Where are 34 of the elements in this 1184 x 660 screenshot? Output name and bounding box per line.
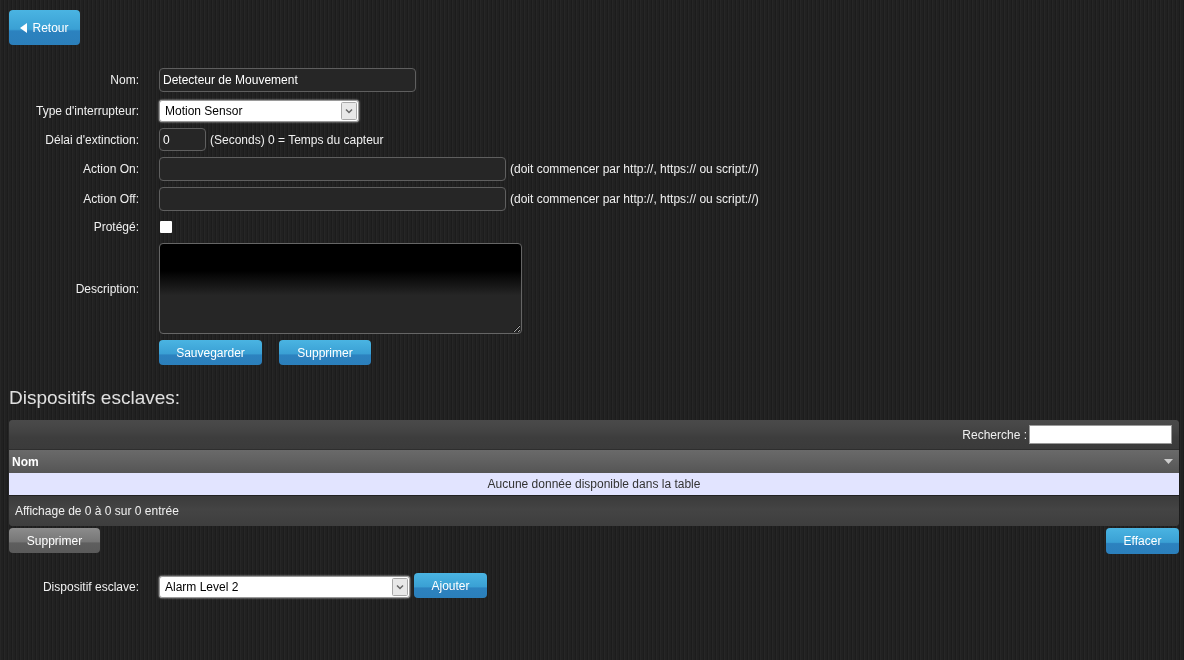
- checkbox[interactable]: [160, 221, 172, 233]
- field-label: Type d'interrupteur:: [35, 104, 139, 118]
- text-field[interactable]: [159, 187, 506, 211]
- back-button[interactable]: Retour: [9, 10, 80, 45]
- select-field[interactable]: Alarm Level 2: [159, 576, 410, 598]
- field-label: Protégé:: [92, 220, 139, 234]
- empty-table-message: Aucune donnée disponible dans la table: [9, 473, 1179, 496]
- select-field[interactable]: Motion Sensor: [159, 100, 359, 122]
- form-button[interactable]: Supprimer: [279, 340, 371, 365]
- search-label: Recherche :: [962, 427, 1027, 442]
- column-header[interactable]: Nom: [9, 450, 1179, 473]
- text-field[interactable]: [159, 157, 506, 181]
- field-label: Dispositif esclave:: [41, 580, 139, 594]
- left-triangle-icon: [20, 22, 28, 33]
- field-hint: (doit commencer par http://, https:// ou script://): [510, 162, 759, 176]
- field-hint: (Seconds) 0 = Temps du capteur: [210, 132, 384, 147]
- text-field[interactable]: Detecteur de Mouvement: [159, 68, 416, 92]
- section-heading: Dispositifs esclaves:: [9, 387, 182, 409]
- chevron-down-icon: [341, 102, 357, 120]
- field-hint: (doit commencer par http://, https:// ou script://): [510, 192, 759, 206]
- table-info: Affichage de 0 à 0 sur 0 entrée: [15, 504, 179, 518]
- form-button[interactable]: Sauvegarder: [159, 340, 262, 365]
- chevron-down-icon: [392, 578, 408, 596]
- search-field[interactable]: [1029, 425, 1172, 444]
- add-button[interactable]: Ajouter: [414, 573, 487, 598]
- sort-icon: [1164, 459, 1173, 464]
- text-field[interactable]: 0: [159, 128, 206, 151]
- field-label: Action On:: [81, 162, 139, 176]
- description-field[interactable]: [159, 243, 522, 334]
- field-label: Action Off:: [82, 192, 139, 206]
- field-label: Nom:: [109, 73, 139, 87]
- field-label: Délai d'extinction:: [44, 132, 139, 147]
- field-label: Description:: [74, 281, 139, 296]
- table-button[interactable]: Effacer: [1106, 528, 1179, 554]
